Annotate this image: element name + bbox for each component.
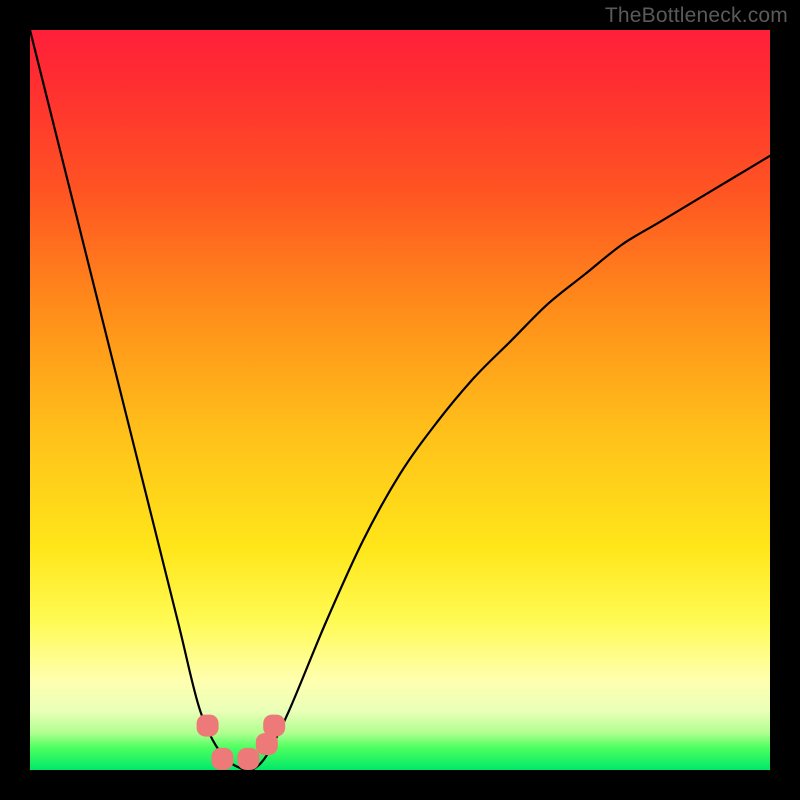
marker-group	[197, 715, 286, 770]
watermark-text: TheBottleneck.com	[605, 4, 788, 28]
chart-frame: TheBottleneck.com	[0, 0, 800, 800]
bottleneck-curve	[30, 30, 770, 772]
curve-marker	[211, 748, 233, 770]
curve-marker	[197, 715, 219, 737]
curve-marker	[237, 748, 259, 770]
curve-marker	[263, 715, 285, 737]
plot-area	[30, 30, 770, 770]
chart-overlay	[30, 30, 770, 770]
